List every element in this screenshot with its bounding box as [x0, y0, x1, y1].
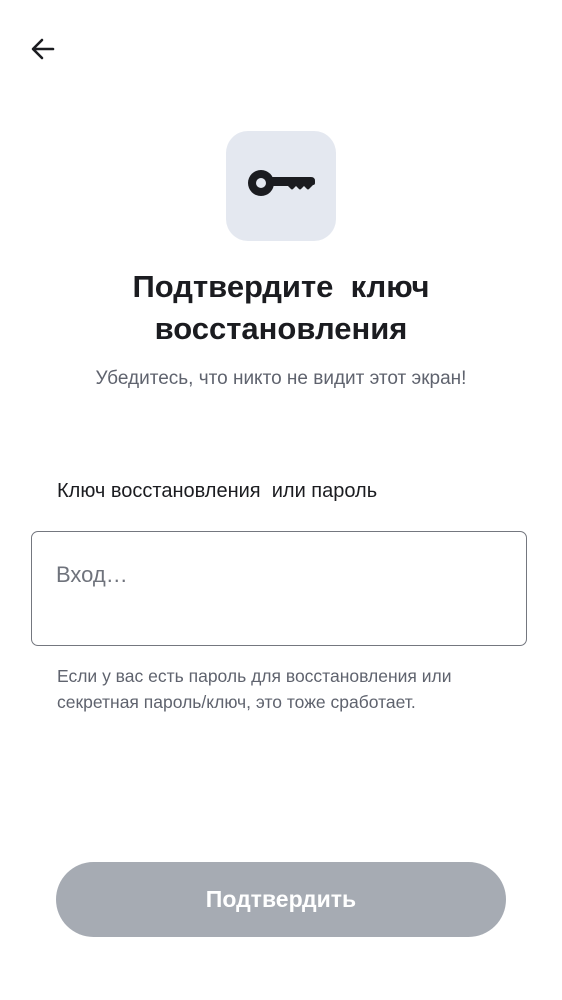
- key-icon-tile: [226, 131, 336, 241]
- key-icon: [247, 164, 315, 209]
- page-title: Подтвердите ключ восстановления: [132, 269, 430, 346]
- back-button[interactable]: [22, 30, 64, 72]
- arrow-left-icon: [29, 35, 57, 68]
- recovery-key-label: Ключ восстановления или пароль: [57, 480, 378, 502]
- confirm-button[interactable]: Подтвердить: [56, 862, 506, 937]
- recovery-key-field[interactable]: [31, 531, 527, 646]
- recovery-key-input[interactable]: [32, 532, 526, 645]
- page-subtitle: Убедитесь, что никто не видит этот экран…: [95, 368, 467, 389]
- helper-text: Если у вас есть пароль для восстановлени…: [57, 666, 452, 712]
